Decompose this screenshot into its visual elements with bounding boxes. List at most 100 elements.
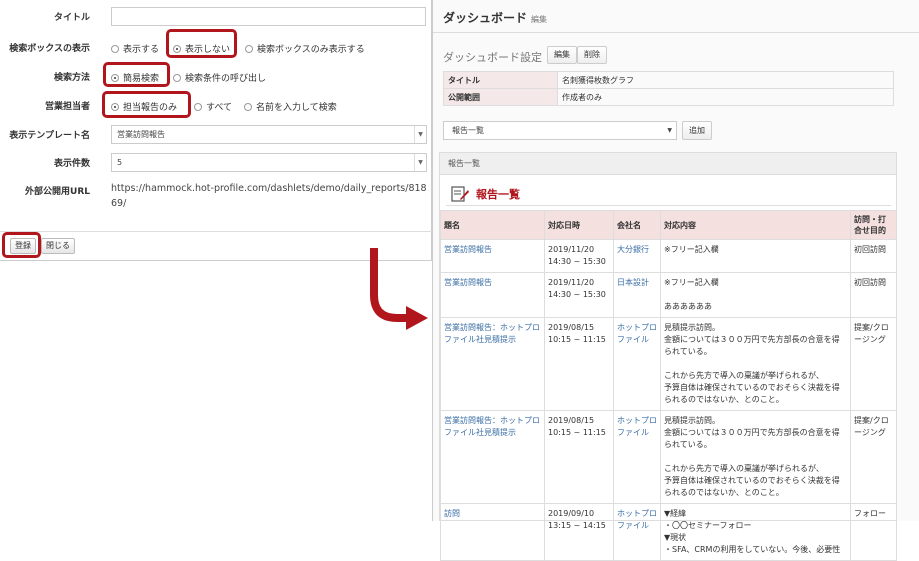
report-title-link[interactable]: 営業訪問報告：ホットプロファイル社見積提示 [440,317,545,411]
template-label: 表示テンプレート名 [9,131,90,141]
option-label: すべて [206,103,233,113]
report-purpose: 提案/クロージング [850,317,897,411]
dashboard-title: ダッシュボード 編集 [443,9,547,26]
dropdown-arrow-icon[interactable]: ▼ [414,126,426,143]
column-header: 対応日時 [544,210,614,240]
report-date: 2019/11/20 14:30 ~ 15:30 [544,239,614,273]
dashlet-select[interactable]: 報告一覧 ▼ [443,121,677,140]
add-button[interactable]: 追加 [682,121,712,140]
dashboard-settings-label: ダッシュボード設定 [443,51,542,64]
count-label: 表示件数 [53,159,90,169]
table-row: 営業訪問報告：ホットプロファイル社見積提示 2019/08/15 10:15 ~ … [440,317,897,411]
public-url[interactable]: https://hammock.hot-profile.com/dashlets… [111,181,427,211]
report-title-link[interactable]: 営業訪問報告 [440,272,545,318]
highlight-box [166,29,237,58]
report-date: 2019/11/20 14:30 ~ 15:30 [544,272,614,318]
sales-rep-search[interactable]: 名前を入力して検索 [244,100,337,113]
table-row: 営業訪問報告：ホットプロファイル社見積提示 2019/08/15 10:15 ~ … [440,410,897,504]
column-header: 対応内容 [660,210,851,240]
report-edit-icon [451,186,469,202]
option-label: 名前を入力して検索 [256,103,337,113]
report-company-link[interactable]: 日本設計 [613,272,661,318]
title-label: タイトル [53,13,90,23]
dashboard-panel: ダッシュボード 編集 ダッシュボード設定 編集 削除 タイトル 名刺獲得枚数グラフ… [432,0,919,561]
report-company-link[interactable]: ホットプロファイル [613,317,661,411]
report-title: 報告一覧 [450,185,520,203]
report-title-link[interactable]: 営業訪問報告：ホットプロファイル社見積提示 [440,410,545,504]
option-label: 検索条件の呼び出し [185,74,267,84]
report-content: ▼経緯 ・〇〇セミナーフォロー ▼現状 ・SFA、CRMの利用をしていない。今後… [660,503,851,561]
table-row: 訪問 2019/09/10 13:15 ~ 14:15 ホットプロファイル ▼経緯 ・… [440,503,897,561]
report-purpose: 初回訪問 [850,272,897,318]
info-key: 公開範囲 [443,88,558,106]
option-label: 検索ボックスのみ表示する [257,45,365,55]
column-header: 題名 [440,210,545,240]
report-title-link[interactable]: 営業訪問報告 [440,239,545,273]
column-header: 訪問・打合せ目的 [850,210,897,240]
select-value: 5 [117,158,123,167]
info-value: 作成者のみ [557,88,894,106]
radio-icon[interactable] [194,102,202,111]
select-value: 報告一覧 [452,126,484,135]
report-table: 題名 対応日時 会社名 対応内容 訪問・打合せ目的 営業訪問報告 2019/11/… [440,210,897,561]
report-title-link[interactable]: 訪問 [440,503,545,561]
table-row: 営業訪問報告 2019/11/20 14:30 ~ 15:30 日本設計 ※フリー記入… [440,272,897,318]
panel-header: 報告一覧 [440,153,896,175]
highlight-box [103,62,170,87]
radio-icon[interactable] [245,44,253,53]
info-row: 公開範囲 作成者のみ [443,88,894,106]
delete-button[interactable]: 削除 [577,46,607,64]
option-label: 表示する [123,45,160,55]
dropdown-arrow-icon[interactable]: ▼ [414,154,426,171]
dashlet-settings-form: タイトル 検索ボックスの表示 表示する 表示しない 検索ボックスのみ表示する 検… [0,0,432,261]
report-list-panel: 報告一覧 報告一覧 題名 対応日時 会社名 対応内容 訪問・打合せ目的 営業訪問… [439,152,897,561]
highlight-box [2,232,41,258]
report-content: 見積提示訪問。 金額については３００万円で先方部長の合意を得られている。 これか… [660,410,851,504]
info-key: タイトル [443,71,558,89]
report-company-link[interactable]: ホットプロファイル [613,503,661,561]
report-purpose: 初回訪問 [850,239,897,273]
count-select[interactable]: 5 ▼ [111,153,427,172]
url-label: 外部公開用URL [25,187,90,197]
table-header-row: 題名 対応日時 会社名 対応内容 訪問・打合せ目的 [440,210,897,240]
info-value: 名刺獲得枚数グラフ [557,71,894,89]
report-title-text: 報告一覧 [476,188,520,201]
searchbox-option-only[interactable]: 検索ボックスのみ表示する [245,42,365,55]
title-input[interactable] [111,7,426,26]
report-company-link[interactable]: ホットプロファイル [613,410,661,504]
template-select[interactable]: 営業訪問報告 ▼ [111,125,427,144]
divider [433,32,919,33]
info-row: タイトル 名刺獲得枚数グラフ [443,71,894,89]
divider [0,231,432,232]
sales-rep-all[interactable]: すべて [194,100,232,113]
dashboard-title-text: ダッシュボード [443,11,528,25]
dashboard-info-table: タイトル 名刺獲得枚数グラフ 公開範囲 作成者のみ [443,71,894,106]
arrow-icon [370,248,428,330]
highlight-box [102,91,191,118]
divider [446,205,891,206]
search-method-label: 検索方法 [53,73,90,83]
sales-rep-label: 営業担当者 [44,102,90,112]
search-method-saved[interactable]: 検索条件の呼び出し [173,71,266,84]
radio-icon[interactable] [173,73,181,82]
report-date: 2019/08/15 10:15 ~ 11:15 [544,317,614,411]
report-content: ※フリー記入欄 [660,239,851,273]
select-value: 営業訪問報告 [117,130,165,139]
report-purpose: 提案/クロージング [850,410,897,504]
edit-link[interactable]: 編集 [531,15,547,24]
report-content: ※フリー記入欄 ああああああ [660,272,851,318]
report-date: 2019/08/15 10:15 ~ 11:15 [544,410,614,504]
report-purpose: フォロー [850,503,897,561]
radio-icon[interactable] [111,44,119,53]
report-company-link[interactable]: 大分銀行 [613,239,661,273]
radio-icon[interactable] [244,102,252,111]
searchbox-label: 検索ボックスの表示 [9,44,90,54]
report-table-body: 営業訪問報告 2019/11/20 14:30 ~ 15:30 大分銀行 ※フリー記入… [440,239,897,561]
table-row: 営業訪問報告 2019/11/20 14:30 ~ 15:30 大分銀行 ※フリー記入… [440,239,897,273]
edit-button[interactable]: 編集 [547,46,577,64]
column-header: 会社名 [613,210,661,240]
dropdown-arrow-icon[interactable]: ▼ [667,122,672,139]
report-date: 2019/09/10 13:15 ~ 14:15 [544,503,614,561]
close-button[interactable]: 閉じる [41,238,75,254]
searchbox-option-show[interactable]: 表示する [111,42,159,55]
